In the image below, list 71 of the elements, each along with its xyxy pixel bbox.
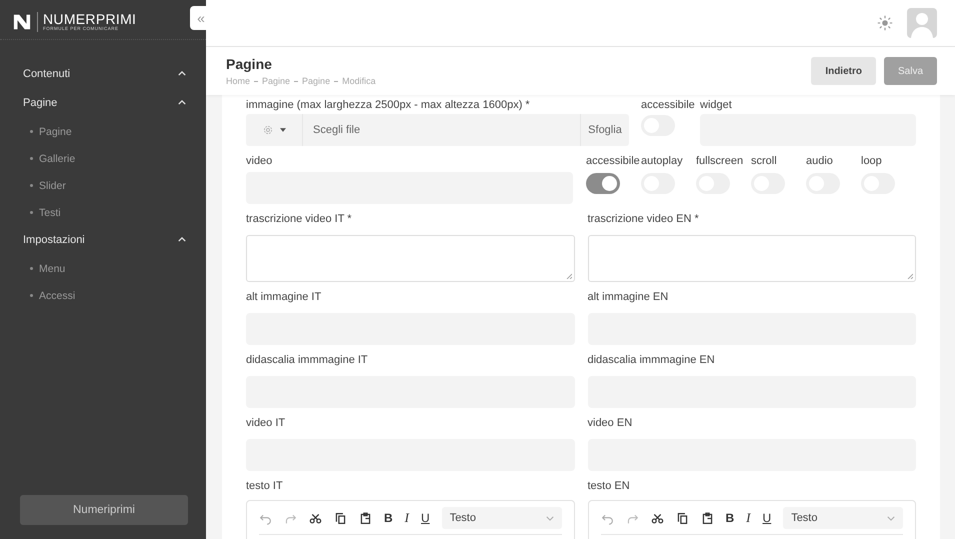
bullet-icon (30, 294, 33, 297)
sidebar-item[interactable]: Accessi (39, 290, 76, 302)
separator-icon (294, 80, 298, 82)
bullet-icon (30, 267, 33, 270)
sidebar-item[interactable]: Testi (39, 206, 61, 218)
field-label: didascalia immmagine IT (246, 353, 369, 368)
format-button[interactable]: U (421, 511, 430, 525)
scissors-icon[interactable] (309, 512, 322, 524)
resize-handle-icon[interactable] (566, 273, 572, 279)
field-label: accessibile (641, 98, 695, 113)
logo-icon (13, 12, 31, 30)
sidebar-section[interactable]: Contenuti (0, 60, 206, 87)
field-label: audio (806, 154, 834, 169)
field-label: accessibile (586, 154, 641, 169)
clipboard-icon[interactable] (700, 512, 714, 524)
brand-name: NUMERPRIMI (43, 12, 136, 26)
field-label: trascrizione video EN * (588, 212, 700, 227)
rich-text-editor[interactable]: B I U Testo (588, 500, 916, 539)
field-label: video (246, 154, 274, 169)
separator-icon (254, 80, 258, 82)
copy-icon[interactable] (334, 512, 347, 524)
sidebar-item[interactable]: Slider (39, 180, 66, 192)
field-label: widget (700, 98, 733, 113)
text-area[interactable] (246, 235, 574, 282)
page-title: Pagine (226, 56, 273, 72)
field-label: alt immagine EN (588, 290, 670, 305)
format-button[interactable]: U (762, 511, 772, 525)
chevron-icon (546, 516, 554, 520)
gear-icon (262, 124, 274, 136)
field-label: autoplay (641, 154, 684, 169)
resize-handle-icon[interactable] (907, 273, 913, 279)
field-label: immagine (max larghezza 2500px - max altezza 1600px) * (246, 98, 531, 113)
field-label: alt immagine IT (246, 290, 322, 305)
sidebar-section[interactable]: Impostazioni (0, 226, 206, 253)
format-button[interactable]: B (384, 511, 393, 525)
footer-button[interactable]: Numeriprimi (20, 495, 188, 525)
field-label: scroll (751, 154, 778, 169)
bullet-icon (30, 157, 33, 160)
avatar-icon[interactable] (907, 8, 937, 38)
style-dropdown[interactable]: Testo (783, 507, 903, 529)
rich-text-editor[interactable]: B I U Testo (246, 500, 574, 539)
sidebar-section[interactable]: Pagine (0, 89, 206, 116)
format-button[interactable]: I (746, 510, 751, 526)
field-label: loop (861, 154, 883, 169)
field-label: testo EN (588, 479, 631, 494)
sidebar-item[interactable]: Gallerie (39, 152, 76, 164)
clipboard-icon[interactable] (359, 512, 372, 524)
scissors-icon[interactable] (650, 512, 664, 524)
bullet-icon (30, 130, 33, 133)
chevron-icon (887, 516, 895, 520)
field-label: video EN (588, 416, 634, 431)
sidebar-item[interactable]: Menu (39, 262, 66, 274)
copy-icon[interactable] (676, 512, 688, 524)
format-button[interactable]: B (726, 511, 734, 525)
sun-icon[interactable] (877, 15, 893, 31)
back-button[interactable]: Indietro (811, 57, 876, 85)
field-label: testo IT (246, 479, 284, 494)
separator-icon (334, 80, 338, 82)
caret-icon (280, 128, 286, 132)
format-button[interactable]: I (404, 510, 410, 526)
field-label: didascalia immmagine EN (588, 353, 716, 368)
file-field[interactable]: Scegli file Sfoglia (246, 114, 629, 146)
field-label: fullscreen (696, 154, 744, 169)
field-label: video IT (246, 416, 286, 431)
bullet-icon (30, 211, 33, 214)
sidebar-item[interactable]: Pagine (39, 126, 72, 138)
field-label: trascrizione video IT * (246, 212, 353, 227)
toggle-switch[interactable] (586, 173, 620, 194)
style-dropdown[interactable]: Testo (442, 507, 562, 529)
bullet-icon (30, 184, 33, 187)
text-area[interactable] (588, 235, 916, 282)
